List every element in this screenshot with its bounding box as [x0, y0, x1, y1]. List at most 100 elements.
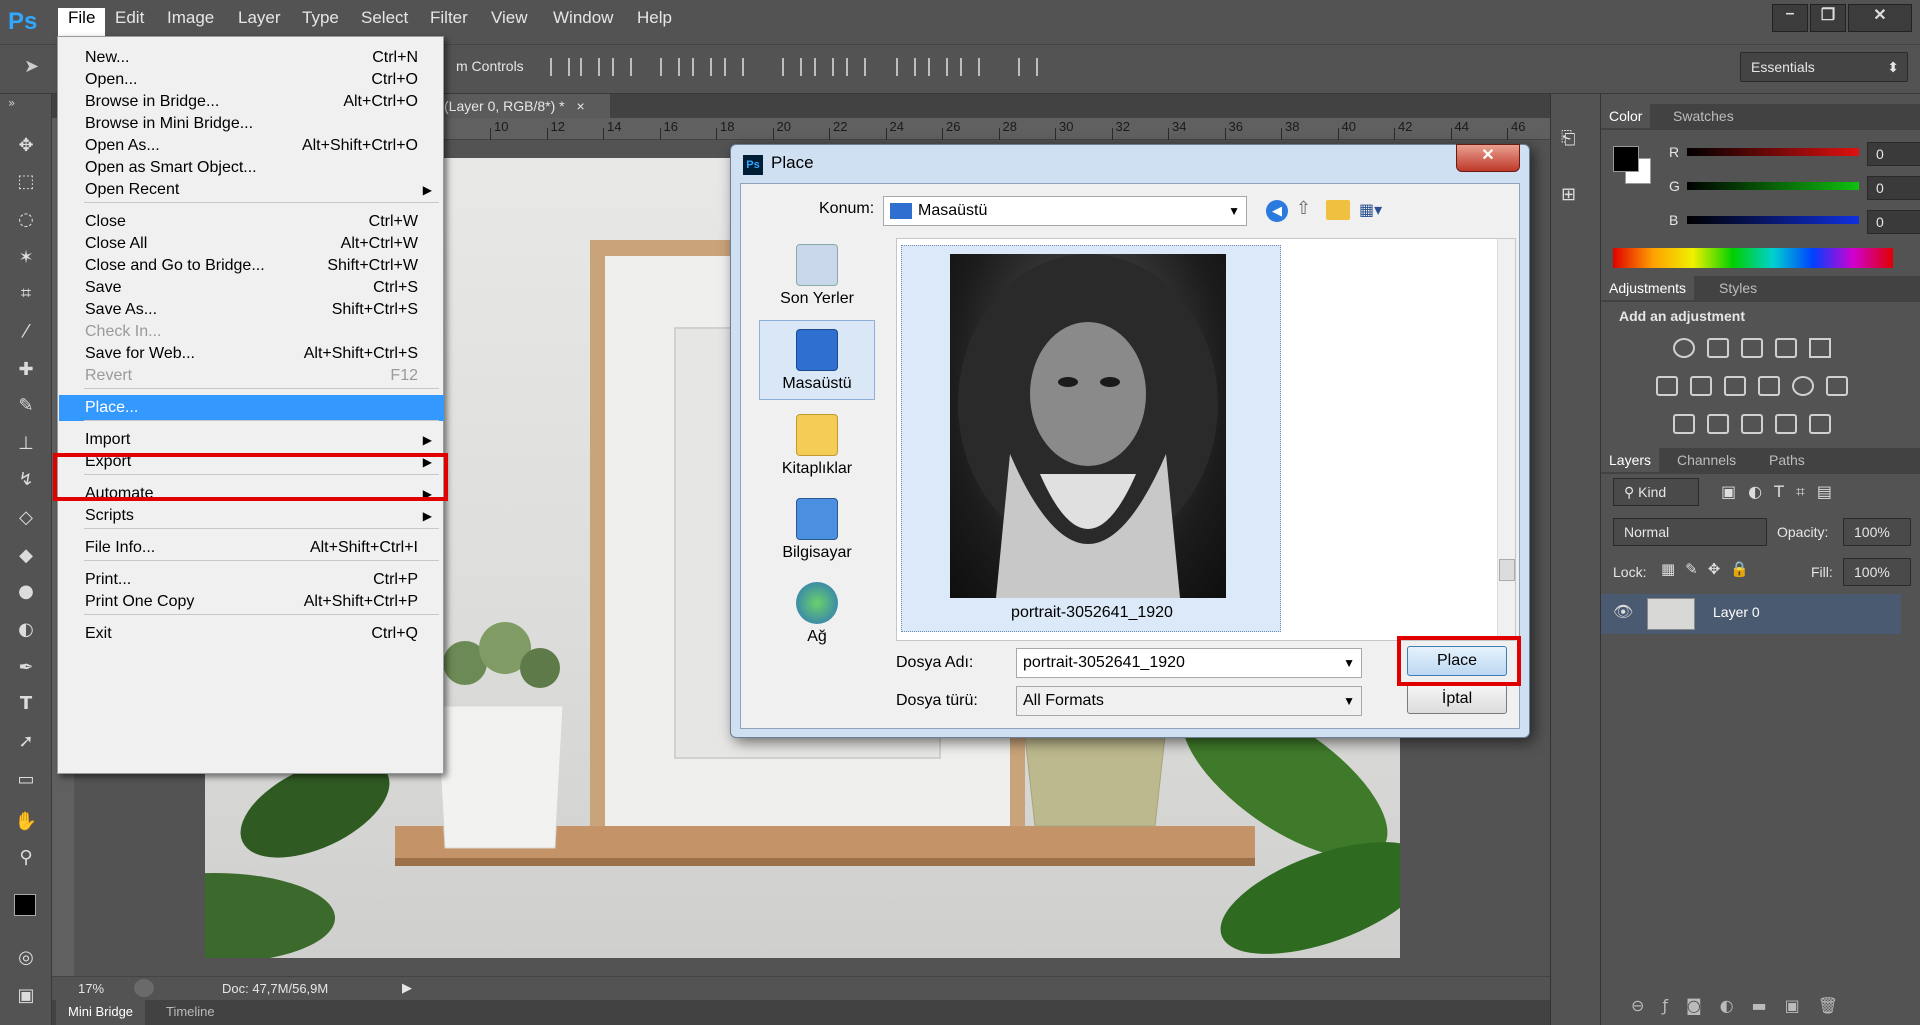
channel-mixer-icon[interactable]	[1792, 376, 1814, 396]
gradient-map-icon[interactable]	[1809, 414, 1831, 434]
scrollbar-thumb[interactable]	[1499, 559, 1515, 581]
align-right-icon[interactable]	[724, 58, 744, 76]
file-name-input[interactable]: portrait-3052641_1920 ▼	[1016, 648, 1362, 678]
channel-slider[interactable]	[1687, 216, 1859, 224]
menu-select[interactable]: Select	[351, 8, 418, 36]
channel-slider[interactable]	[1687, 182, 1859, 190]
up-folder-icon[interactable]: ⇧	[1296, 198, 1318, 222]
tab-channels[interactable]: Channels	[1677, 452, 1736, 468]
menu-item-place[interactable]: Place...	[59, 395, 444, 421]
pen-tool-icon[interactable]: ✒	[12, 654, 40, 682]
selective-color-icon[interactable]	[1775, 414, 1797, 434]
distribute-right-icon[interactable]	[960, 58, 980, 76]
quick-mask-icon[interactable]: ◎	[12, 944, 40, 972]
hand-tool-icon[interactable]: ✋	[12, 808, 40, 836]
layer-row[interactable]: 👁 Layer 0	[1601, 594, 1901, 634]
hue-saturation-icon[interactable]	[1656, 376, 1678, 396]
path-selection-icon[interactable]: ➚	[12, 728, 40, 756]
zoom-level[interactable]: 17%	[78, 981, 104, 996]
brightness-icon[interactable]	[1673, 338, 1695, 358]
eyedropper-icon[interactable]: ⁄	[12, 318, 40, 346]
file-item-selected[interactable]: portrait-3052641_1920	[901, 245, 1281, 632]
curves-icon[interactable]	[1741, 338, 1763, 358]
color-spectrum-bar[interactable]	[1613, 248, 1893, 268]
fill-input[interactable]: 100%	[1843, 558, 1911, 586]
tab-paths[interactable]: Paths	[1769, 452, 1805, 468]
screen-mode-icon[interactable]: ▣	[12, 982, 40, 1010]
cancel-button[interactable]: İptal	[1407, 684, 1507, 714]
threshold-icon[interactable]	[1741, 414, 1763, 434]
distribute-top-icon[interactable]	[782, 58, 802, 76]
place-network[interactable]: Ağ	[759, 574, 875, 650]
channel-value[interactable]: 0	[1867, 176, 1920, 200]
menu-item-print-one-copy[interactable]: Print One Copy Alt+Shift+Ctrl+P	[59, 589, 444, 615]
zoom-tool-icon[interactable]: ⚲	[12, 844, 40, 872]
photo-filter-icon[interactable]	[1758, 376, 1780, 396]
menu-window[interactable]: Window	[543, 8, 623, 36]
brush-tool-icon[interactable]: ✎	[12, 392, 40, 420]
file-list-scrollbar[interactable]	[1497, 239, 1515, 640]
tab-timeline[interactable]: Timeline	[166, 1004, 215, 1019]
tab-layers[interactable]: Layers	[1601, 448, 1660, 472]
menu-edit[interactable]: Edit	[105, 8, 154, 36]
levels-icon[interactable]	[1707, 338, 1729, 358]
transform-controls-label[interactable]: m Controls	[456, 58, 524, 74]
place-recent[interactable]: Son Yerler	[759, 236, 875, 312]
tab-swatches[interactable]: Swatches	[1673, 108, 1734, 124]
distribute-vcenter-icon[interactable]	[814, 58, 834, 76]
magic-wand-icon[interactable]: ✶	[12, 244, 40, 272]
tab-mini-bridge[interactable]: Mini Bridge	[56, 1000, 146, 1025]
properties-panel-icon[interactable]: ⊞	[1561, 184, 1587, 210]
channel-slider[interactable]	[1687, 148, 1859, 156]
tab-styles[interactable]: Styles	[1719, 280, 1757, 296]
place-libraries[interactable]: Kitaplıklar	[759, 406, 875, 482]
channel-value[interactable]: 0	[1867, 210, 1920, 234]
stamp-tool-icon[interactable]: ⊥	[12, 430, 40, 458]
distribute-hcenter-icon[interactable]	[928, 58, 948, 76]
color-foreground-swatch[interactable]	[1613, 146, 1639, 172]
distribute-left-icon[interactable]	[896, 58, 916, 76]
history-brush-icon[interactable]: ↯	[12, 466, 40, 494]
auto-align-icon[interactable]	[1018, 58, 1038, 76]
posterize-icon[interactable]	[1707, 414, 1729, 434]
foreground-color-swatch[interactable]	[14, 894, 36, 916]
blend-mode-dropdown[interactable]: Normal	[1613, 518, 1767, 546]
menu-filter[interactable]: Filter	[420, 8, 478, 36]
tab-adjustments[interactable]: Adjustments	[1601, 276, 1695, 300]
exposure-icon[interactable]	[1775, 338, 1797, 358]
menu-item-revert[interactable]: Revert F12	[59, 363, 444, 389]
menu-image[interactable]: Image	[157, 8, 224, 36]
layer-name[interactable]: Layer 0	[1713, 604, 1760, 620]
close-window-button[interactable]: ✕	[1848, 4, 1912, 32]
marquee-tool-icon[interactable]: ⬚	[12, 168, 40, 196]
align-hcenter-icon[interactable]	[692, 58, 712, 76]
invert-icon[interactable]	[1673, 414, 1695, 434]
layer-kind-filter[interactable]: ⚲ Kind	[1613, 478, 1699, 506]
align-vcenter-icon[interactable]	[580, 58, 600, 76]
minimize-button[interactable]: –	[1772, 4, 1808, 32]
paint-bucket-icon[interactable]: ◆	[12, 542, 40, 570]
eraser-icon[interactable]: ◇	[12, 504, 40, 532]
distribute-bottom-icon[interactable]	[846, 58, 866, 76]
history-panel-icon[interactable]: ⎗	[1561, 128, 1587, 154]
channel-value[interactable]: 0	[1867, 142, 1920, 166]
new-folder-icon[interactable]	[1326, 200, 1350, 220]
status-menu-arrow-icon[interactable]: ▶	[402, 980, 412, 996]
opacity-input[interactable]: 100%	[1843, 518, 1911, 546]
color-lookup-icon[interactable]	[1826, 376, 1848, 396]
eye-icon[interactable]: 👁	[1613, 602, 1633, 621]
healing-brush-icon[interactable]: ✚	[12, 356, 40, 384]
lock-icons[interactable]: ▦✎✥🔒	[1661, 560, 1781, 582]
menu-help[interactable]: Help	[627, 8, 682, 36]
layers-footer-icons[interactable]: ⊖ƒ◙◐▬▣🗑	[1631, 996, 1891, 1016]
menu-item-scripts[interactable]: Scripts ▶	[59, 503, 444, 529]
back-icon[interactable]: ◀	[1266, 200, 1288, 222]
align-top-icon[interactable]	[550, 58, 570, 76]
align-left-icon[interactable]	[660, 58, 680, 76]
align-bottom-icon[interactable]	[612, 58, 632, 76]
view-menu-icon[interactable]: ▦▾	[1359, 200, 1393, 222]
layer-filter-icons[interactable]: ▣◐T⌗▤	[1721, 482, 1901, 502]
tab-color[interactable]: Color	[1601, 104, 1651, 128]
menu-view[interactable]: View	[481, 8, 538, 36]
dialog-close-button[interactable]: ✕	[1456, 144, 1520, 172]
